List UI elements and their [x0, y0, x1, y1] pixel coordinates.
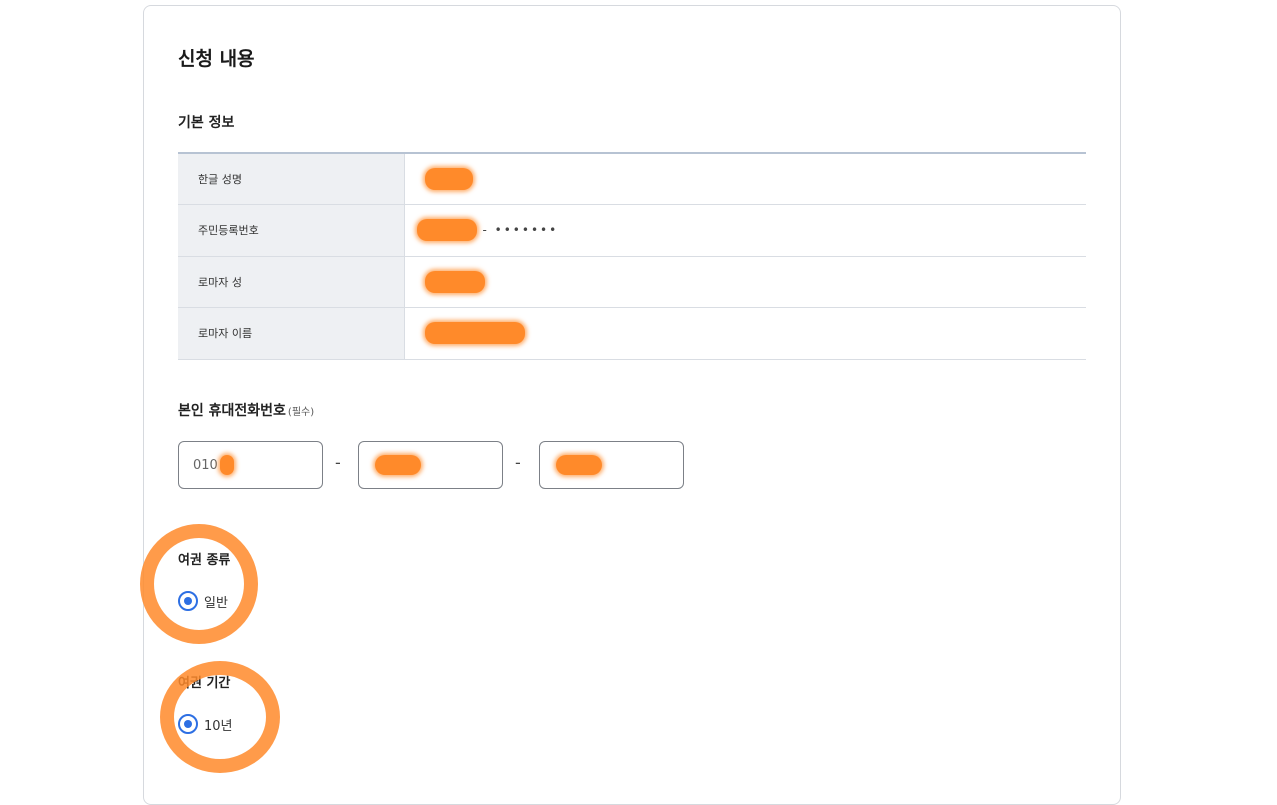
application-card: 신청 내용 기본 정보 한글 성명 주민등록번호 - ••••••• 로마자 성…	[140, 5, 1121, 805]
phone-separator: -	[515, 453, 521, 472]
phone-part3-input[interactable]	[539, 441, 684, 489]
required-note: (필수)	[287, 407, 315, 418]
roman-surname-value	[404, 256, 1086, 308]
phone-label: 본인 휴대전화번호 (필수)	[178, 400, 314, 420]
phone-part1-value: 010	[193, 457, 218, 473]
redaction-scribble	[160, 661, 280, 773]
phone-separator: -	[335, 453, 341, 472]
table-row: 로마자 성	[178, 256, 1086, 308]
table-row: 한글 성명	[178, 153, 1086, 205]
roman-surname-label: 로마자 성	[178, 256, 405, 308]
redaction-mark	[424, 270, 485, 293]
redaction-mark	[424, 168, 473, 190]
page-title: 신청 내용	[178, 48, 255, 70]
redaction-mark	[416, 219, 477, 242]
basic-info-heading: 기본 정보	[178, 115, 235, 131]
roman-given-name-label: 로마자 이름	[178, 307, 405, 359]
table-row: 주민등록번호 - •••••••	[178, 204, 1086, 257]
basic-info-table: 한글 성명 주민등록번호 - ••••••• 로마자 성 로마자 이름	[178, 152, 1086, 360]
korean-name-label: 한글 성명	[178, 153, 405, 205]
resident-number-value: - •••••••	[404, 205, 1086, 257]
korean-name-value	[404, 153, 1086, 205]
resident-number-masked: - •••••••	[482, 223, 559, 238]
redaction-mark	[556, 455, 602, 475]
roman-given-name-value	[404, 308, 1086, 360]
phone-label-text: 본인 휴대전화번호	[178, 403, 286, 419]
redaction-scribble	[140, 524, 258, 644]
phone-part1-input[interactable]: 010	[178, 441, 323, 489]
phone-part2-input[interactable]	[358, 441, 503, 489]
redaction-mark	[424, 322, 525, 345]
redaction-mark	[375, 455, 421, 475]
redaction-mark	[219, 455, 234, 475]
resident-number-label: 주민등록번호	[178, 204, 405, 256]
table-row: 로마자 이름	[178, 307, 1086, 360]
